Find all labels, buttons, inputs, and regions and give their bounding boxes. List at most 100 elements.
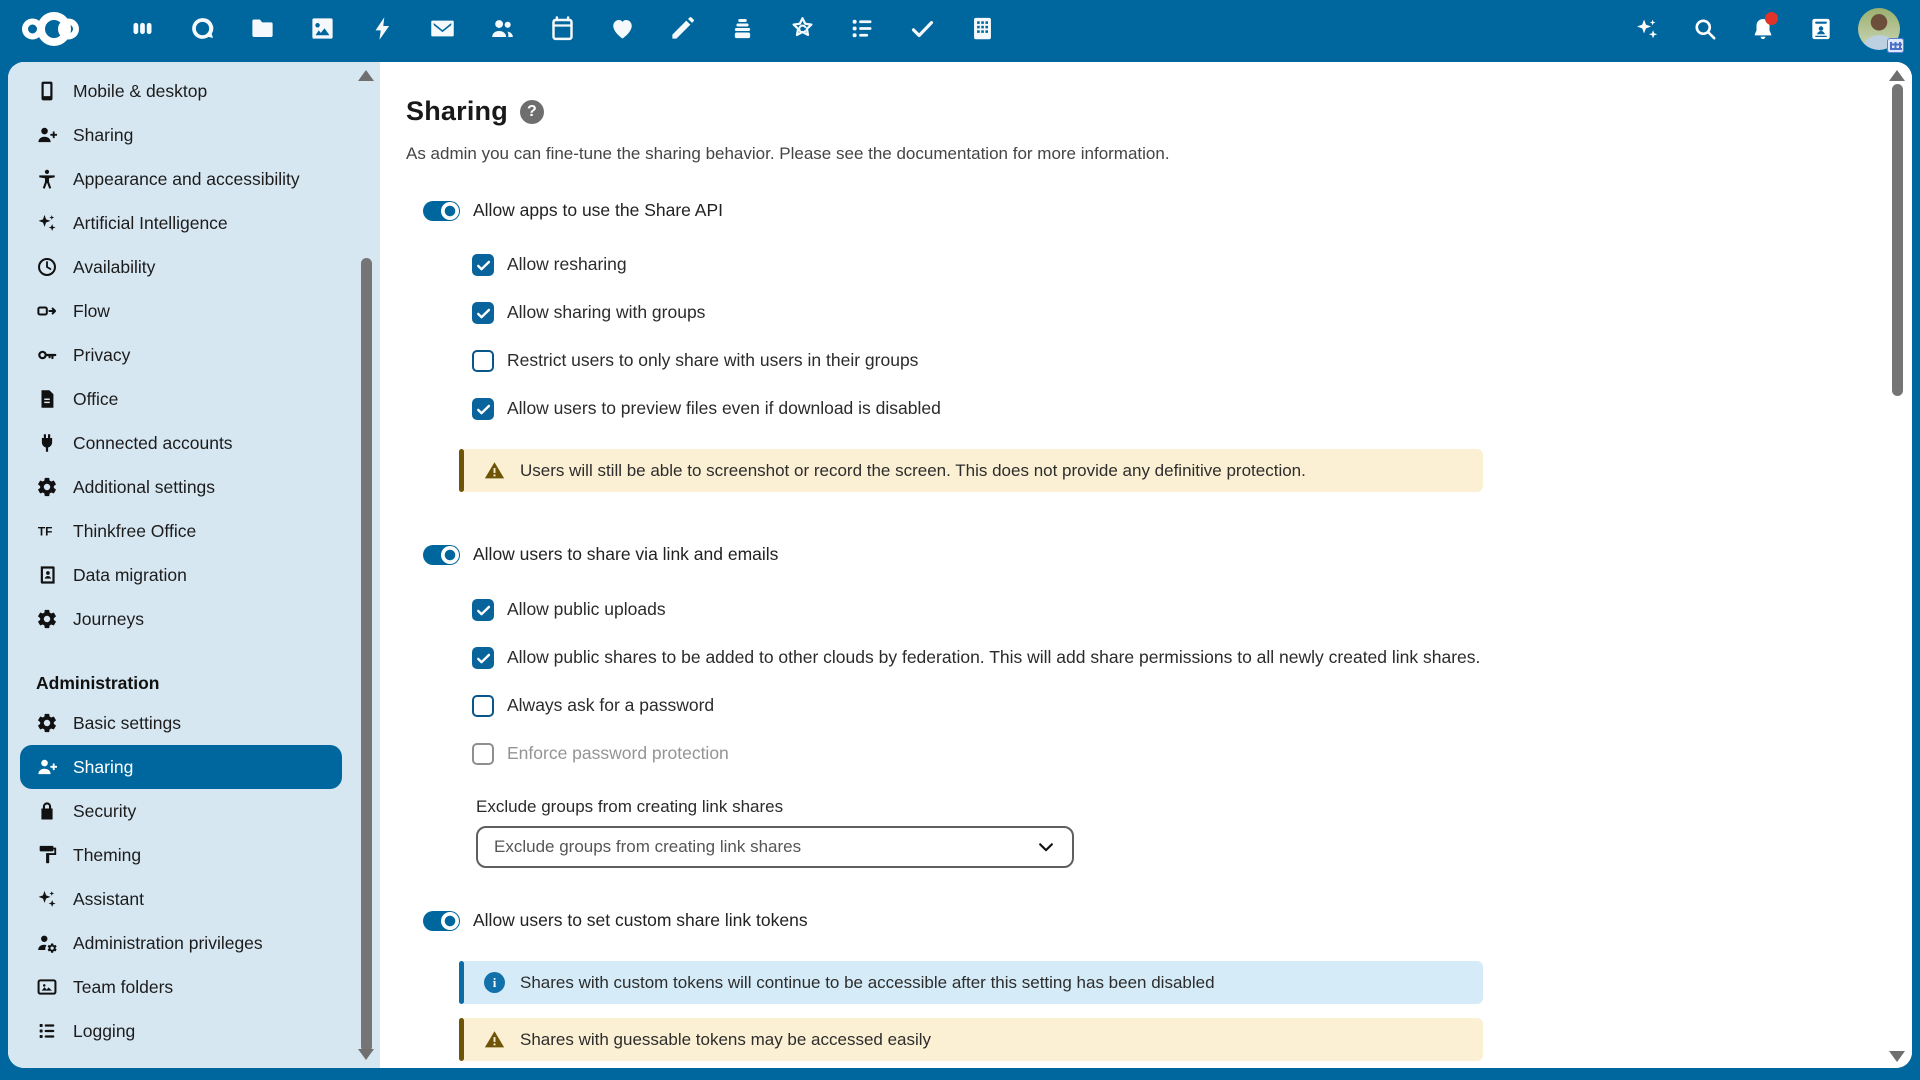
sidebar-item-connected-accounts[interactable]: Connected accounts: [20, 421, 342, 465]
checkbox-label: Allow users to preview files even if dow…: [507, 395, 941, 422]
content-scroll-down-arrow[interactable]: [1889, 1051, 1905, 1062]
sidebar-item-flow[interactable]: Flow: [20, 289, 342, 333]
sidebar-item-sharing-admin[interactable]: Sharing: [20, 745, 342, 789]
warning-triangle-icon: [484, 1029, 505, 1050]
sidebar-item-journeys[interactable]: Journeys: [20, 597, 342, 641]
favorites-button[interactable]: [592, 0, 652, 57]
share-api-toggle-row[interactable]: Allow apps to use the Share API: [423, 200, 1912, 221]
contacts-button[interactable]: [472, 0, 532, 57]
checkbox-allow-public-uploads[interactable]: Allow public uploads: [472, 599, 1912, 623]
content-scrollbar-thumb[interactable]: [1892, 84, 1903, 396]
thinkfree-icon: TF: [36, 520, 58, 542]
checkbox-always-ask-password[interactable]: Always ask for a password: [472, 695, 1912, 719]
sidebar-item-mobile-desktop[interactable]: Mobile & desktop: [20, 69, 342, 113]
checkbox[interactable]: [472, 302, 494, 324]
sidebar-item-sharing-personal[interactable]: Sharing: [20, 113, 342, 157]
checkbox-allow-resharing[interactable]: Allow resharing: [472, 254, 1912, 278]
sidebar-item-assistant[interactable]: Assistant: [20, 877, 342, 921]
sidebar-item-basic-settings[interactable]: Basic settings: [20, 701, 342, 745]
notification-dot: [1765, 12, 1778, 25]
sidebar-scrollbar-thumb[interactable]: [361, 258, 372, 1052]
guessable-tokens-warning-banner: Shares with guessable tokens may be acce…: [459, 1018, 1483, 1061]
gear-icon: [36, 608, 58, 630]
exclude-groups-select[interactable]: Exclude groups from creating link shares: [476, 826, 1074, 868]
sidebar-scroll-up-arrow[interactable]: [358, 70, 374, 81]
link-shares-toggle-row[interactable]: Allow users to share via link and emails: [423, 544, 1912, 565]
sidebar-item-label: Journeys: [73, 609, 144, 630]
warning-text: Shares with guessable tokens may be acce…: [520, 1030, 931, 1050]
check-app-button[interactable]: [892, 0, 952, 57]
help-icon[interactable]: ?: [520, 100, 544, 124]
calendar-icon: [549, 15, 576, 42]
checkbox-federation-public-shares[interactable]: Allow public shares to be added to other…: [472, 647, 1912, 671]
sidebar-item-office[interactable]: Office: [20, 377, 342, 421]
content-scroll-up-arrow[interactable]: [1889, 70, 1905, 81]
contacts-menu-button[interactable]: [1792, 0, 1850, 57]
checkbox[interactable]: [472, 350, 494, 372]
sidebar-item-additional-settings[interactable]: Additional settings: [20, 465, 342, 509]
assistant-button[interactable]: [1618, 0, 1676, 57]
checkbox-allow-preview-download-disabled[interactable]: Allow users to preview files even if dow…: [472, 398, 1912, 422]
sidebar-item-team-folders[interactable]: Team folders: [20, 965, 342, 1009]
lock-icon: [36, 800, 58, 822]
custom-tokens-toggle-row[interactable]: Allow users to set custom share link tok…: [423, 910, 1912, 931]
tasks-list-icon: [849, 15, 876, 42]
photos-button[interactable]: [292, 0, 352, 57]
sidebar-scroll-down-arrow[interactable]: [358, 1049, 374, 1060]
tables-button[interactable]: [952, 0, 1012, 57]
checkbox[interactable]: [472, 647, 494, 669]
sidebar-item-theming[interactable]: Theming: [20, 833, 342, 877]
check-icon: [475, 257, 492, 274]
tasks-button[interactable]: [832, 0, 892, 57]
sidebar-item-label: Data migration: [73, 565, 187, 586]
sidebar-item-label: Thinkfree Office: [73, 521, 196, 542]
nextcloud-logo[interactable]: [22, 9, 86, 49]
sidebar-item-label: Office: [73, 389, 118, 410]
star-app-button[interactable]: [772, 0, 832, 57]
sidebar-item-privacy[interactable]: Privacy: [20, 333, 342, 377]
sidebar-item-appearance[interactable]: Appearance and accessibility: [20, 157, 342, 201]
link-shares-toggle[interactable]: [423, 545, 460, 565]
sidebar-item-security[interactable]: Security: [20, 789, 342, 833]
sidebar-item-data-migration[interactable]: Data migration: [20, 553, 342, 597]
app-bars-icon: [129, 15, 156, 42]
notes-button[interactable]: [652, 0, 712, 57]
files-button[interactable]: [232, 0, 292, 57]
deck-button[interactable]: [712, 0, 772, 57]
checkbox[interactable]: [472, 695, 494, 717]
checkbox-restrict-users-groups[interactable]: Restrict users to only share with users …: [472, 350, 1912, 374]
avatar-status-badge: [1887, 38, 1904, 53]
checkbox[interactable]: [472, 254, 494, 276]
custom-tokens-toggle[interactable]: [423, 911, 460, 931]
sidebar-item-label: Artificial Intelligence: [73, 213, 228, 234]
notifications-button[interactable]: [1734, 0, 1792, 57]
checkbox[interactable]: [472, 398, 494, 420]
checkbox-label: Always ask for a password: [507, 692, 714, 719]
checkbox-label: Enforce password protection: [507, 740, 729, 767]
checkbox-allow-sharing-with-groups[interactable]: Allow sharing with groups: [472, 302, 1912, 326]
sidebar-item-label: Mobile & desktop: [73, 81, 207, 102]
sidebar-item-logging[interactable]: Logging: [20, 1009, 342, 1053]
mail-button[interactable]: [412, 0, 472, 57]
avatar[interactable]: [1858, 8, 1900, 50]
sidebar-item-label: Team folders: [73, 977, 173, 998]
talk-button[interactable]: [172, 0, 232, 57]
sidebar-item-availability[interactable]: Availability: [20, 245, 342, 289]
sidebar-item-administration-privileges[interactable]: Administration privileges: [20, 921, 342, 965]
talk-icon: [189, 15, 216, 42]
app-bars-button[interactable]: [112, 0, 172, 57]
sidebar-item-thinkfree-office[interactable]: TF Thinkfree Office: [20, 509, 342, 553]
info-text: Shares with custom tokens will continue …: [520, 973, 1215, 993]
tables-grid-icon: [969, 15, 996, 42]
checkbox[interactable]: [472, 599, 494, 621]
logo-circle: [58, 18, 79, 39]
calendar-button[interactable]: [532, 0, 592, 57]
share-api-toggle[interactable]: [423, 201, 460, 221]
unified-search-button[interactable]: [1676, 0, 1734, 57]
activity-button[interactable]: [352, 0, 412, 57]
plug-icon: [36, 432, 58, 454]
sidebar-item-artificial-intelligence[interactable]: Artificial Intelligence: [20, 201, 342, 245]
sidebar-item-label: Security: [73, 801, 136, 822]
sidebar-item-label: Appearance and accessibility: [73, 169, 300, 190]
info-icon: i: [484, 972, 505, 993]
